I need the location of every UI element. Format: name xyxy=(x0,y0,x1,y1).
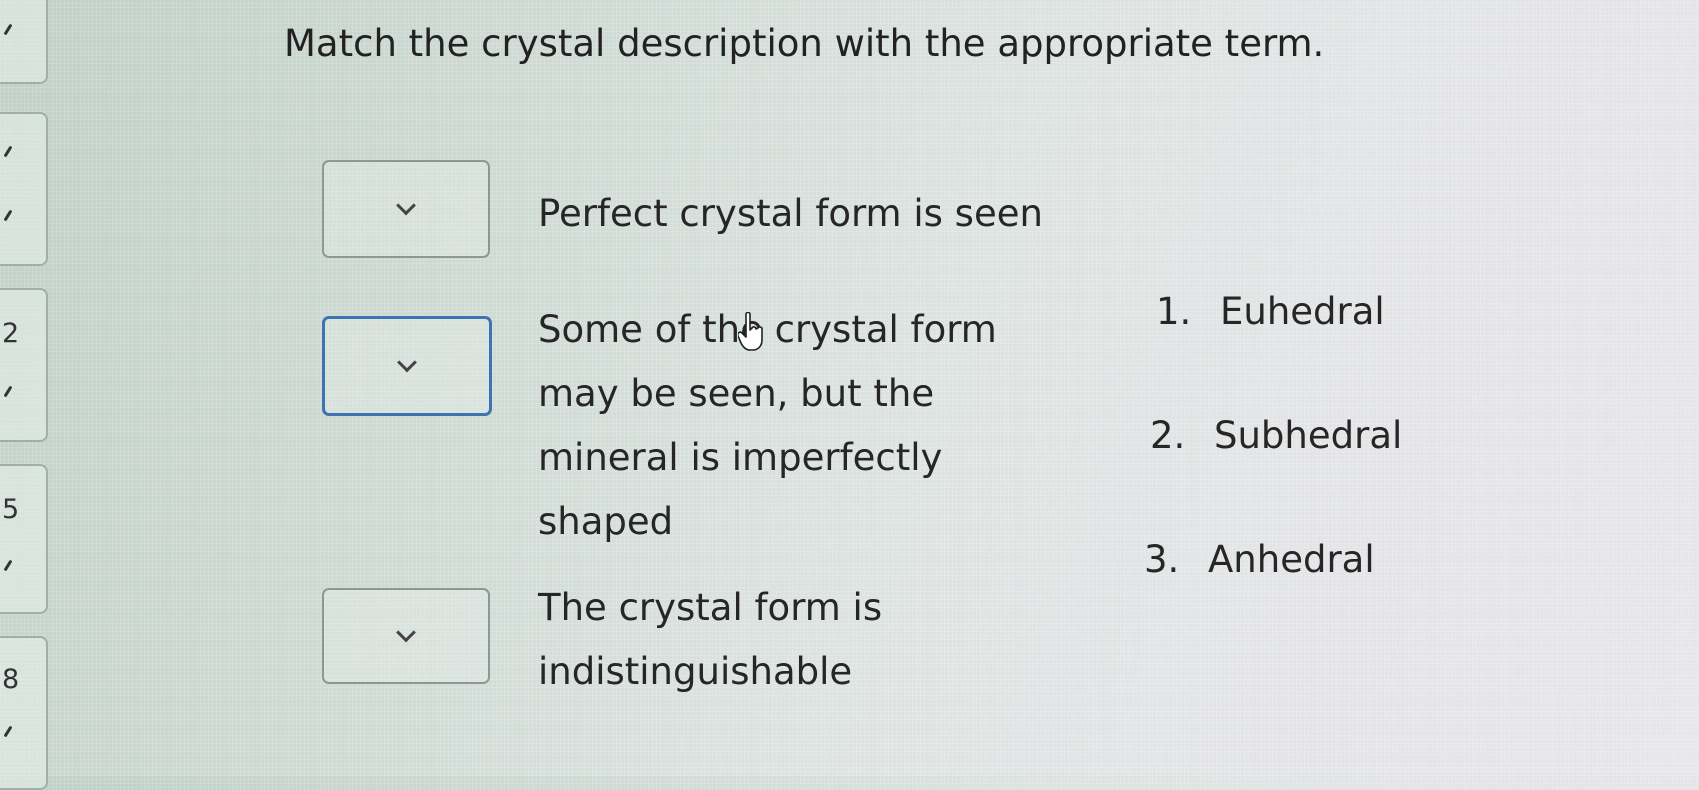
question-title: Match the crystal description with the a… xyxy=(284,22,1325,65)
question-nav-card[interactable] xyxy=(0,0,48,84)
answer-option: 3. Anhedral xyxy=(1144,538,1375,581)
question-nav-card[interactable] xyxy=(0,112,48,266)
question-nav-card[interactable] xyxy=(0,464,48,614)
question-number: 8 xyxy=(2,664,20,695)
answer-number: 3. xyxy=(1144,538,1180,581)
answer-label: Anhedral xyxy=(1208,538,1375,581)
match-dropdown-2[interactable] xyxy=(322,316,492,416)
answer-label: Euhedral xyxy=(1220,290,1385,333)
chevron-down-icon xyxy=(397,352,417,373)
description-3: The crystal form is indistinguishable xyxy=(538,586,883,693)
chevron-down-icon xyxy=(396,622,416,643)
match-dropdown-3[interactable] xyxy=(322,588,490,684)
question-number: 5 xyxy=(2,494,20,525)
match-dropdown-1[interactable] xyxy=(322,160,490,258)
question-number: 2 xyxy=(2,318,20,349)
chevron-down-icon xyxy=(396,195,416,216)
answer-label: Subhedral xyxy=(1214,414,1403,457)
answer-option: 2. Subhedral xyxy=(1150,414,1402,457)
pointer-cursor-icon xyxy=(738,312,763,351)
answer-number: 1. xyxy=(1156,290,1192,333)
question-nav-card[interactable] xyxy=(0,288,48,442)
answer-option: 1. Euhedral xyxy=(1156,290,1385,333)
description-1: Perfect crystal form is seen xyxy=(538,192,1043,235)
answer-number: 2. xyxy=(1150,414,1186,457)
question-navigator: 2 5 8 xyxy=(0,0,52,790)
question-nav-card[interactable] xyxy=(0,636,48,790)
description-2: Some of the crystal form may be seen, bu… xyxy=(538,308,997,543)
